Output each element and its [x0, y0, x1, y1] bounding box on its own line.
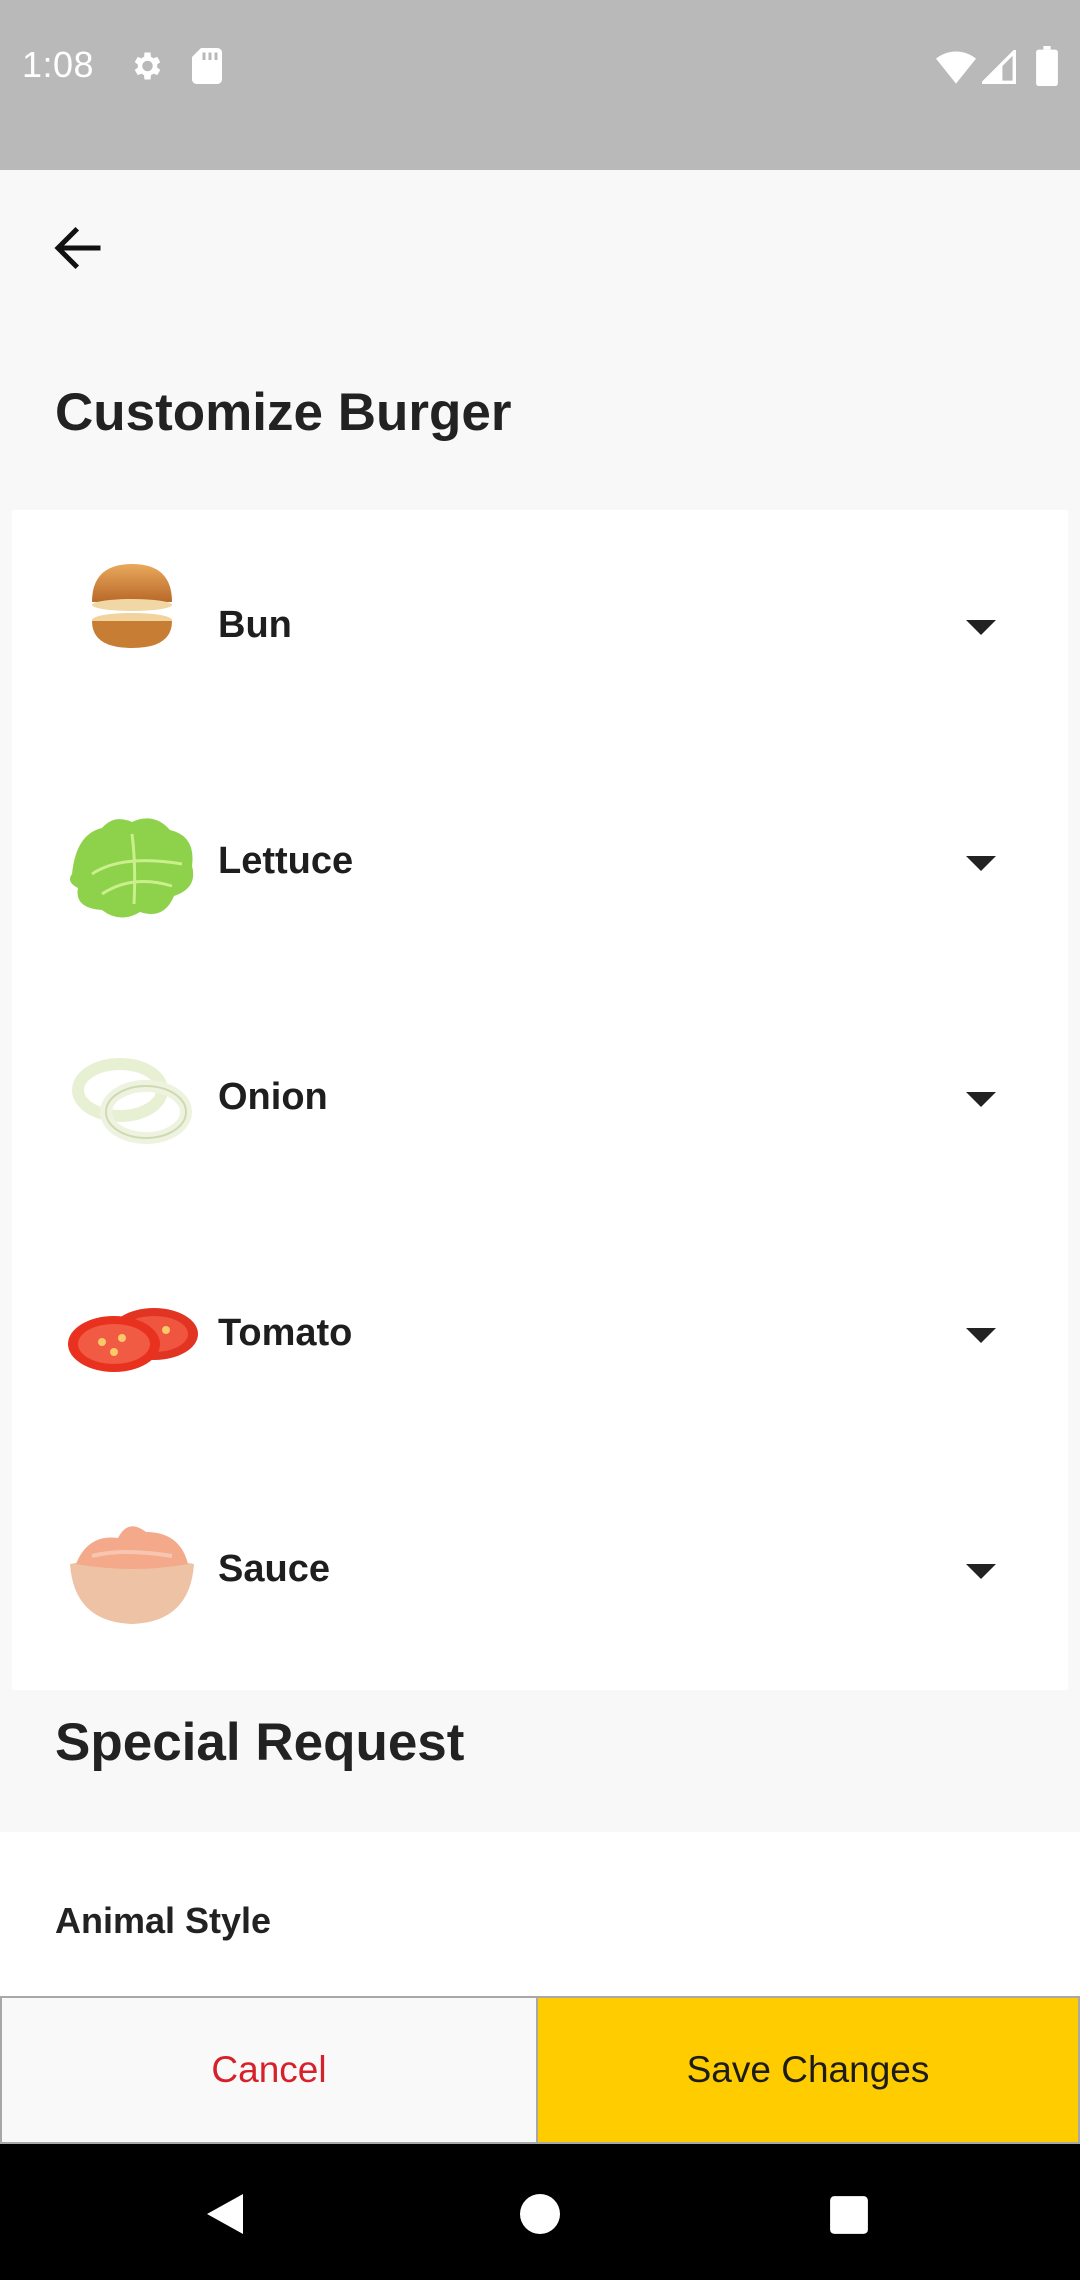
wifi-icon	[936, 51, 976, 84]
ingredient-label: Bun	[218, 604, 292, 646]
nav-recents-icon[interactable]	[828, 2194, 870, 2236]
ingredient-row-tomato[interactable]: Tomato	[12, 1218, 1068, 1456]
lettuce-image	[70, 818, 194, 918]
battery-icon	[1036, 46, 1058, 86]
tomato-image	[68, 1308, 198, 1372]
special-request-option[interactable]: Animal Style	[0, 1832, 1080, 1998]
save-changes-button[interactable]: Save Changes	[538, 1996, 1080, 2144]
special-request-title: Special Request	[55, 1713, 465, 1772]
ingredient-label: Onion	[218, 1076, 328, 1118]
ingredient-label: Tomato	[218, 1312, 353, 1354]
cell-signal-icon	[982, 50, 1016, 84]
cancel-button[interactable]: Cancel	[0, 1996, 538, 2144]
status-time: 1:08	[22, 44, 95, 85]
ingredient-row-lettuce[interactable]: Lettuce	[12, 746, 1068, 984]
status-bar: 1:08	[0, 0, 1080, 170]
ingredient-row-sauce[interactable]: Sauce	[12, 1454, 1068, 1690]
ingredient-list: Bun Lettuce Onion Tomato Sauce	[12, 510, 1068, 1690]
ingredient-row-bun[interactable]: Bun	[12, 510, 1068, 748]
chevron-down-icon[interactable]	[966, 1564, 996, 1579]
ingredient-label: Lettuce	[218, 840, 354, 882]
page-title: Customize Burger	[55, 383, 512, 442]
app-header	[0, 170, 1080, 510]
nav-home-icon[interactable]	[518, 2192, 562, 2236]
sauce-image	[70, 1526, 194, 1624]
ingredient-label: Sauce	[218, 1548, 330, 1590]
chevron-down-icon[interactable]	[966, 856, 996, 871]
special-request-option-label: Animal Style	[55, 1900, 272, 1941]
sd-card-icon	[192, 48, 222, 84]
onion-image	[72, 1058, 192, 1144]
chevron-down-icon[interactable]	[966, 1092, 996, 1107]
gear-icon	[134, 52, 161, 80]
system-nav-bar	[0, 2144, 1080, 2280]
bun-image	[92, 564, 172, 648]
arrow-left-icon[interactable]	[48, 218, 108, 278]
ingredient-row-onion[interactable]: Onion	[12, 982, 1068, 1220]
nav-back-icon[interactable]	[204, 2192, 246, 2236]
chevron-down-icon[interactable]	[966, 620, 996, 635]
chevron-down-icon[interactable]	[966, 1328, 996, 1343]
